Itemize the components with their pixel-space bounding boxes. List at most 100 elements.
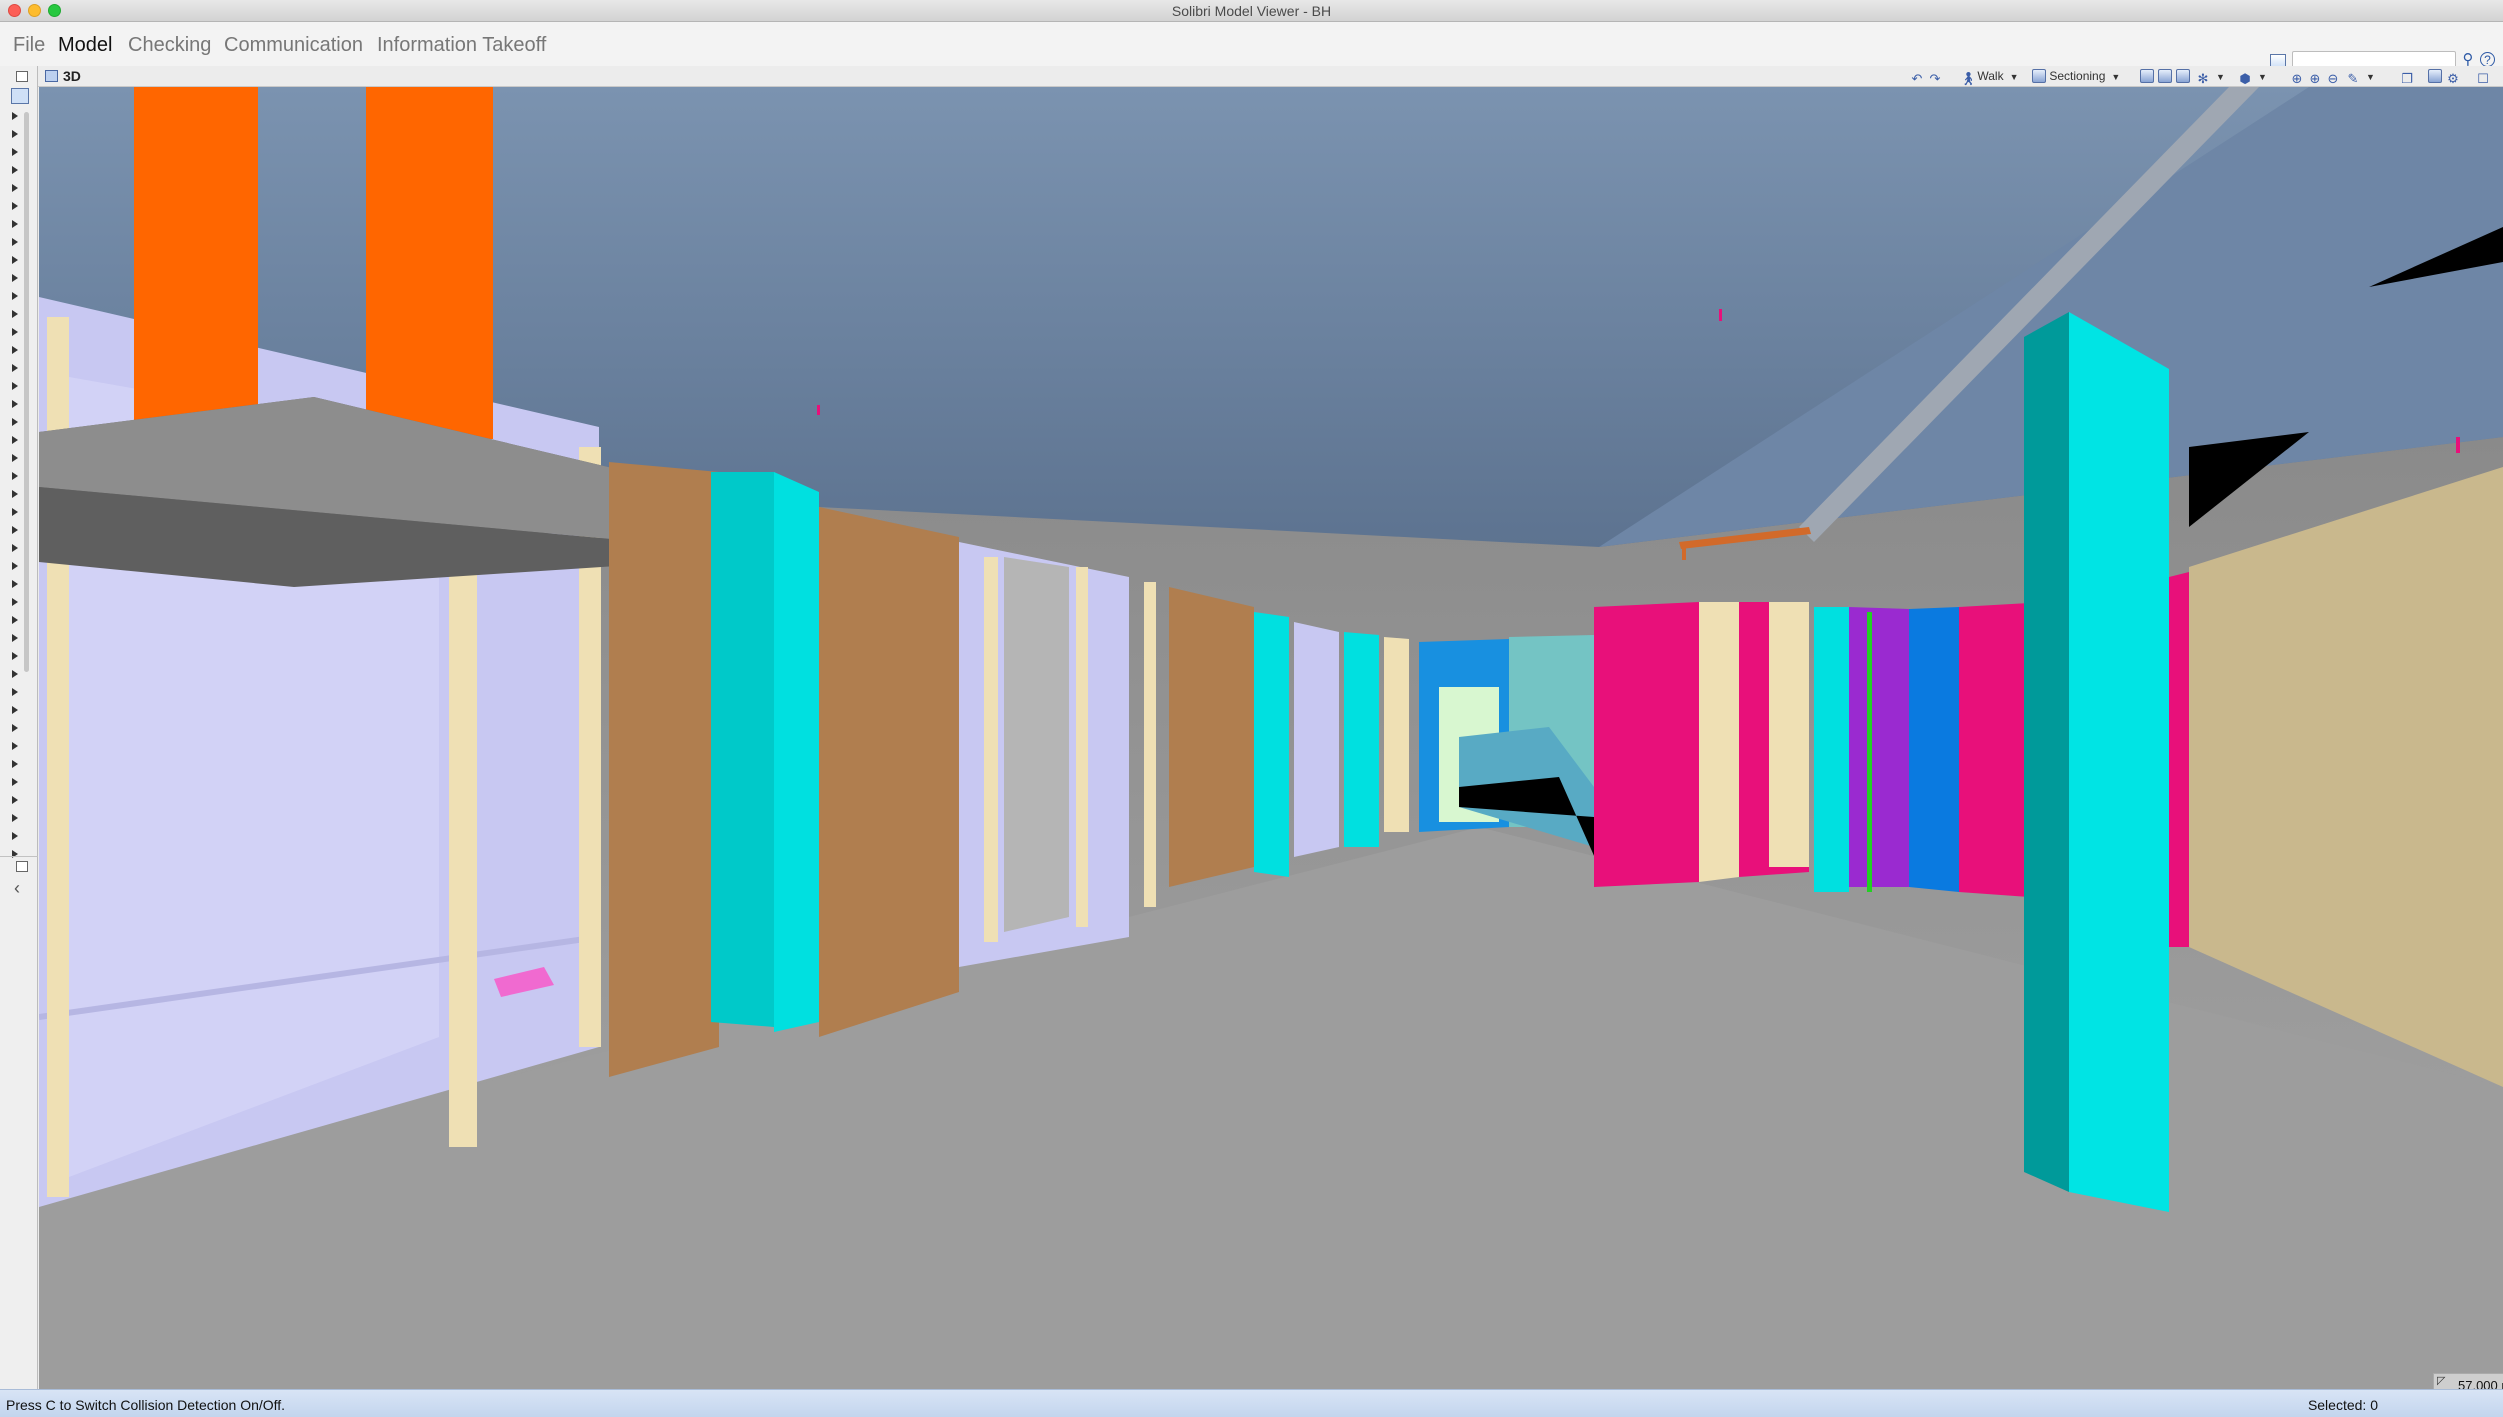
zoom-fit-button[interactable]: ⊕ <box>2290 68 2304 86</box>
brown-wall <box>819 507 959 1037</box>
tree-expand-icon[interactable] <box>12 598 18 606</box>
tree-expand-icon[interactable] <box>12 400 18 408</box>
tree-expand-icon[interactable] <box>12 148 18 156</box>
cyan-column <box>1254 612 1289 877</box>
isolate-button[interactable] <box>2176 68 2190 85</box>
tree-expand-icon[interactable] <box>12 634 18 642</box>
zoom-out-button[interactable]: ⊖ <box>2326 68 2340 86</box>
walk-mode-dropdown[interactable]: 🚶︎ Walk ▼ <box>1960 68 2019 86</box>
tree-expand-icon[interactable] <box>12 526 18 534</box>
tree-expand-icon[interactable] <box>12 778 18 786</box>
menu-communication[interactable]: Communication <box>224 34 363 57</box>
panel-maximize-icon[interactable] <box>16 71 28 82</box>
help-icon[interactable]: ? <box>2480 52 2495 67</box>
panel-maximize-icon[interactable] <box>16 861 28 872</box>
color-button[interactable]: ⬢ ▼ <box>2238 68 2267 86</box>
tree-expand-icon[interactable] <box>12 688 18 696</box>
layout-icon <box>2428 69 2442 83</box>
tree-expand-icon[interactable] <box>12 274 18 282</box>
tree-expand-icon[interactable] <box>12 112 18 120</box>
tree-expand-icon[interactable] <box>12 796 18 804</box>
layout-view-button[interactable] <box>2428 68 2442 85</box>
marker <box>2456 437 2460 453</box>
measure-button[interactable]: ✎ ▼ <box>2346 68 2375 86</box>
menu-file[interactable]: File <box>13 34 45 57</box>
tree-expand-icon[interactable] <box>12 418 18 426</box>
tree-expand-icon[interactable] <box>12 436 18 444</box>
chevron-down-icon: ▼ <box>2366 72 2375 82</box>
measure-icon: ✎ <box>2347 71 2359 86</box>
tree-expand-icon[interactable] <box>12 544 18 552</box>
tree-expand-icon[interactable] <box>12 670 18 678</box>
tree-expand-icon[interactable] <box>12 760 18 768</box>
redo-button[interactable]: ↷ <box>1928 68 1942 86</box>
chevron-down-icon: ▼ <box>2216 72 2225 82</box>
magenta-wall <box>2169 572 2189 947</box>
tree-expand-icon[interactable] <box>12 814 18 822</box>
model-tree-icon[interactable] <box>11 88 29 104</box>
menu-checking[interactable]: Checking <box>128 34 211 57</box>
tree-expand-icon[interactable] <box>12 742 18 750</box>
tree-expand-icon[interactable] <box>12 562 18 570</box>
sectioning-icon <box>2032 69 2046 83</box>
maximize-view-button[interactable]: ☐ <box>2476 68 2490 86</box>
settings-view-button[interactable]: ⚙ <box>2446 68 2460 86</box>
tree-expand-icon[interactable] <box>12 256 18 264</box>
orange-column <box>366 87 493 439</box>
detach-view-button[interactable]: ❐ <box>2400 68 2414 86</box>
tree-expand-icon[interactable] <box>12 184 18 192</box>
menu-model[interactable]: Model <box>58 34 112 57</box>
zoom-out-icon: ⊖ <box>2327 71 2339 86</box>
minimap[interactable]: ◸ 57.000 m ✕ <box>2433 1373 2503 1389</box>
tree-expand-icon[interactable] <box>12 130 18 138</box>
tree-expand-icon[interactable] <box>12 364 18 372</box>
tree-expand-icon[interactable] <box>12 166 18 174</box>
chevron-down-icon: ▼ <box>2009 72 2019 82</box>
tree-expand-icon[interactable] <box>12 472 18 480</box>
tree-scrollbar[interactable] <box>24 112 29 672</box>
tree-expand-icon[interactable] <box>12 616 18 624</box>
hide-button[interactable] <box>2158 68 2172 85</box>
mullion <box>1076 567 1088 927</box>
zoom-in-icon: ⊕ <box>2309 71 2321 86</box>
mullion <box>984 557 998 942</box>
gear-icon: ⚙ <box>2447 71 2459 86</box>
status-message: Press C to Switch Collision Detection On… <box>6 1397 286 1413</box>
undo-button[interactable]: ↶ <box>1910 68 1924 86</box>
mullion <box>1144 582 1156 907</box>
tree-expand-icon[interactable] <box>12 328 18 336</box>
tree-expand-icon[interactable] <box>12 292 18 300</box>
tree-expand-icon[interactable] <box>12 706 18 714</box>
chevron-down-icon: ▼ <box>2111 72 2121 82</box>
orange-column <box>134 87 258 432</box>
zoom-in-button[interactable]: ⊕ <box>2308 68 2322 86</box>
status-bar: Press C to Switch Collision Detection On… <box>0 1389 2503 1417</box>
tree-expand-icon[interactable] <box>12 220 18 228</box>
beige-wall <box>1699 602 1739 882</box>
tree-expand-icon[interactable] <box>12 382 18 390</box>
tree-expand-icon[interactable] <box>12 580 18 588</box>
cyan-column <box>1814 607 1849 892</box>
collapse-left-icon[interactable]: ‹ <box>14 878 20 899</box>
tree-expand-icon[interactable] <box>12 310 18 318</box>
walk-icon: 🚶︎ <box>1960 71 1977 86</box>
tree-expand-icon[interactable] <box>12 508 18 516</box>
hide-icon <box>2158 69 2172 83</box>
isolate-icon <box>2176 69 2190 83</box>
tree-expand-icon[interactable] <box>12 832 18 840</box>
zoom-fit-icon: ⊕ <box>2291 71 2303 86</box>
beige-wall <box>1769 602 1809 867</box>
tree-expand-icon[interactable] <box>12 238 18 246</box>
sectioning-dropdown[interactable]: Sectioning ▼ <box>2032 68 2120 85</box>
show-all-button[interactable] <box>2140 68 2154 85</box>
tree-expand-icon[interactable] <box>12 346 18 354</box>
transparency-button[interactable]: ✻ ▼ <box>2196 68 2225 86</box>
3d-viewport[interactable]: ◸ 57.000 m ✕ <box>39 87 2503 1389</box>
brown-wall <box>1169 587 1254 887</box>
tree-expand-icon[interactable] <box>12 652 18 660</box>
tree-expand-icon[interactable] <box>12 724 18 732</box>
menu-information-takeoff[interactable]: Information Takeoff <box>377 34 546 57</box>
tree-expand-icon[interactable] <box>12 202 18 210</box>
tree-expand-icon[interactable] <box>12 490 18 498</box>
tree-expand-icon[interactable] <box>12 454 18 462</box>
